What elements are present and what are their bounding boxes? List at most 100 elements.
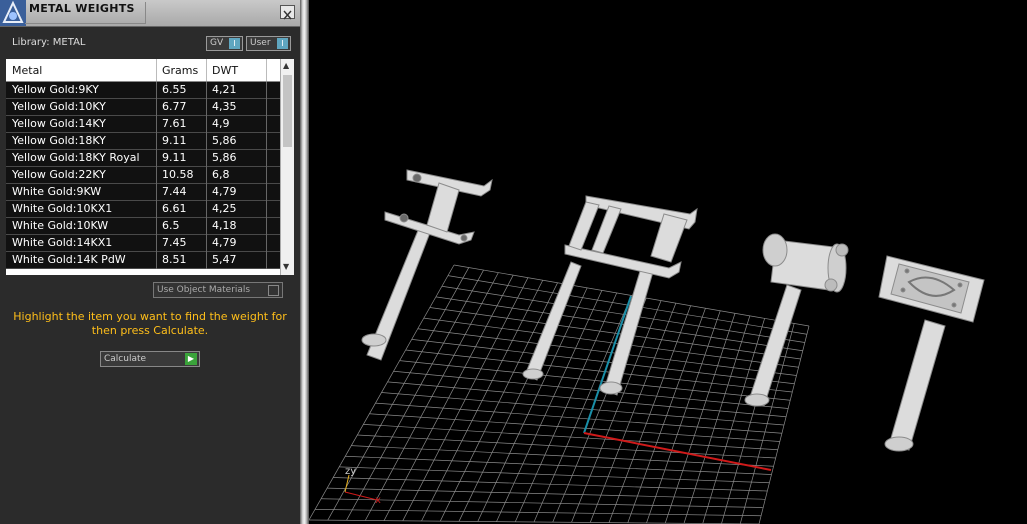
- gv-toggle-label: GV: [210, 38, 224, 48]
- library-label: Library: METAL: [12, 37, 86, 48]
- panel-splitter[interactable]: [300, 0, 309, 524]
- panel-titlebar[interactable]: METAL WEIGHTS: [0, 0, 300, 27]
- axis-gizmo-label: zy: [345, 466, 357, 477]
- gv-toggle[interactable]: GV I: [206, 36, 243, 51]
- cell-grams: 6.61: [162, 202, 187, 215]
- cell-grams: 6.55: [162, 83, 187, 96]
- cell-divider: [206, 201, 207, 218]
- cell-divider: [266, 167, 267, 184]
- cell-grams: 8.51: [162, 253, 187, 266]
- cell-dwt: 4,25: [212, 202, 237, 215]
- model-hammer-2[interactable]: [522, 195, 698, 396]
- cell-metal: White Gold:9KW: [12, 185, 102, 198]
- metals-table: Metal Grams DWT Yellow Gold:9KY 6.55 4,21 Y…: [6, 59, 294, 275]
- cell-divider: [266, 201, 267, 218]
- cell-divider: [266, 150, 267, 167]
- table-header: Metal Grams DWT: [6, 59, 280, 82]
- 3d-viewport[interactable]: x zy: [309, 0, 1027, 524]
- x-axis-line: [583, 432, 772, 471]
- cell-divider: [206, 167, 207, 184]
- grid-line: [405, 349, 793, 393]
- cell-metal: White Gold:14K PdW: [12, 253, 126, 266]
- cell-dwt: 6,8: [212, 168, 230, 181]
- table-row[interactable]: White Gold:14KX1 7.45 4,79: [6, 235, 280, 252]
- table-row[interactable]: White Gold:9KW 7.44 4,79: [6, 184, 280, 201]
- cell-divider: [156, 82, 157, 99]
- close-icon: [283, 10, 292, 20]
- column-header-metal[interactable]: Metal: [12, 64, 42, 77]
- cell-divider: [266, 235, 267, 252]
- cell-grams: 10.58: [162, 168, 194, 181]
- column-divider[interactable]: [206, 59, 207, 81]
- model-hammer-4[interactable]: [878, 255, 985, 452]
- table-row[interactable]: Yellow Gold:14KY 7.61 4,9: [6, 116, 280, 133]
- table-row[interactable]: Yellow Gold:18KY Royal 9.11 5,86: [6, 150, 280, 167]
- user-check-icon: I: [277, 38, 288, 49]
- svg-text:x: x: [375, 495, 381, 506]
- table-row[interactable]: Yellow Gold:18KY 9.11 5,86: [6, 133, 280, 150]
- table-scrollbar[interactable]: ▲ ▼: [280, 59, 294, 275]
- cell-dwt: 5,86: [212, 134, 237, 147]
- cell-divider: [156, 218, 157, 235]
- scroll-down-icon[interactable]: ▼: [283, 262, 289, 271]
- column-header-dwt[interactable]: DWT: [212, 64, 238, 77]
- metal-weights-panel: METAL WEIGHTS Library: METAL GV I User I…: [0, 0, 300, 524]
- cell-divider: [206, 150, 207, 167]
- use-object-materials-checkbox[interactable]: Use Object Materials: [153, 282, 283, 298]
- model-hammer-3[interactable]: [744, 233, 849, 407]
- cell-divider: [156, 116, 157, 133]
- column-divider[interactable]: [266, 59, 267, 81]
- table-row[interactable]: Yellow Gold:10KY 6.77 4,35: [6, 99, 280, 116]
- close-button[interactable]: [280, 5, 295, 20]
- cell-metal: White Gold:10KX1: [12, 202, 113, 215]
- cell-dwt: 4,35: [212, 100, 237, 113]
- cell-divider: [266, 99, 267, 116]
- cell-divider: [156, 99, 157, 116]
- cell-divider: [206, 252, 207, 269]
- calculate-button[interactable]: Calculate ▶: [100, 351, 200, 367]
- cell-dwt: 4,18: [212, 219, 237, 232]
- app-logo-icon: [0, 0, 26, 26]
- grid-line: [387, 381, 787, 418]
- play-arrow-icon: ▶: [185, 353, 197, 365]
- cell-divider: [156, 133, 157, 150]
- table-row[interactable]: White Gold:10KX1 6.61 4,25: [6, 201, 280, 218]
- gv-check-icon: I: [229, 38, 240, 49]
- cell-metal: Yellow Gold:18KY: [12, 134, 106, 147]
- cell-dwt: 4,79: [212, 236, 237, 249]
- cell-dwt: 5,47: [212, 253, 237, 266]
- cell-divider: [156, 252, 157, 269]
- user-toggle[interactable]: User I: [246, 36, 291, 51]
- grid-line: [423, 317, 799, 368]
- table-row[interactable]: White Gold:14K PdW 8.51 5,47: [6, 252, 280, 269]
- cell-metal: Yellow Gold:9KY: [12, 83, 99, 96]
- grid-line: [399, 360, 791, 401]
- cell-metal: Yellow Gold:14KY: [12, 117, 106, 130]
- cell-divider: [156, 235, 157, 252]
- use-object-materials-label: Use Object Materials: [157, 285, 251, 295]
- model-hammer-1[interactable]: [361, 169, 493, 361]
- table-row[interactable]: White Gold:10KW 6.5 4,18: [6, 218, 280, 235]
- cell-divider: [266, 82, 267, 99]
- cell-divider: [266, 133, 267, 150]
- cell-divider: [206, 116, 207, 133]
- column-divider[interactable]: [156, 59, 157, 81]
- table-row[interactable]: Yellow Gold:9KY 6.55 4,21: [6, 82, 280, 99]
- cell-grams: 7.44: [162, 185, 187, 198]
- cell-metal: Yellow Gold:10KY: [12, 100, 106, 113]
- cell-metal: Yellow Gold:18KY Royal: [12, 151, 140, 164]
- cell-metal: White Gold:10KW: [12, 219, 109, 232]
- cell-divider: [156, 201, 157, 218]
- column-header-grams[interactable]: Grams: [162, 64, 198, 77]
- grid-line: [683, 315, 751, 524]
- cell-dwt: 5,86: [212, 151, 237, 164]
- cell-divider: [206, 218, 207, 235]
- scrollbar-thumb[interactable]: [283, 75, 292, 147]
- scroll-up-icon[interactable]: ▲: [283, 61, 289, 70]
- cell-grams: 9.11: [162, 134, 187, 147]
- cell-divider: [266, 184, 267, 201]
- cell-dwt: 4,21: [212, 83, 237, 96]
- cell-divider: [156, 184, 157, 201]
- table-row[interactable]: Yellow Gold:22KY 10.58 6,8: [6, 167, 280, 184]
- cell-grams: 6.5: [162, 219, 180, 232]
